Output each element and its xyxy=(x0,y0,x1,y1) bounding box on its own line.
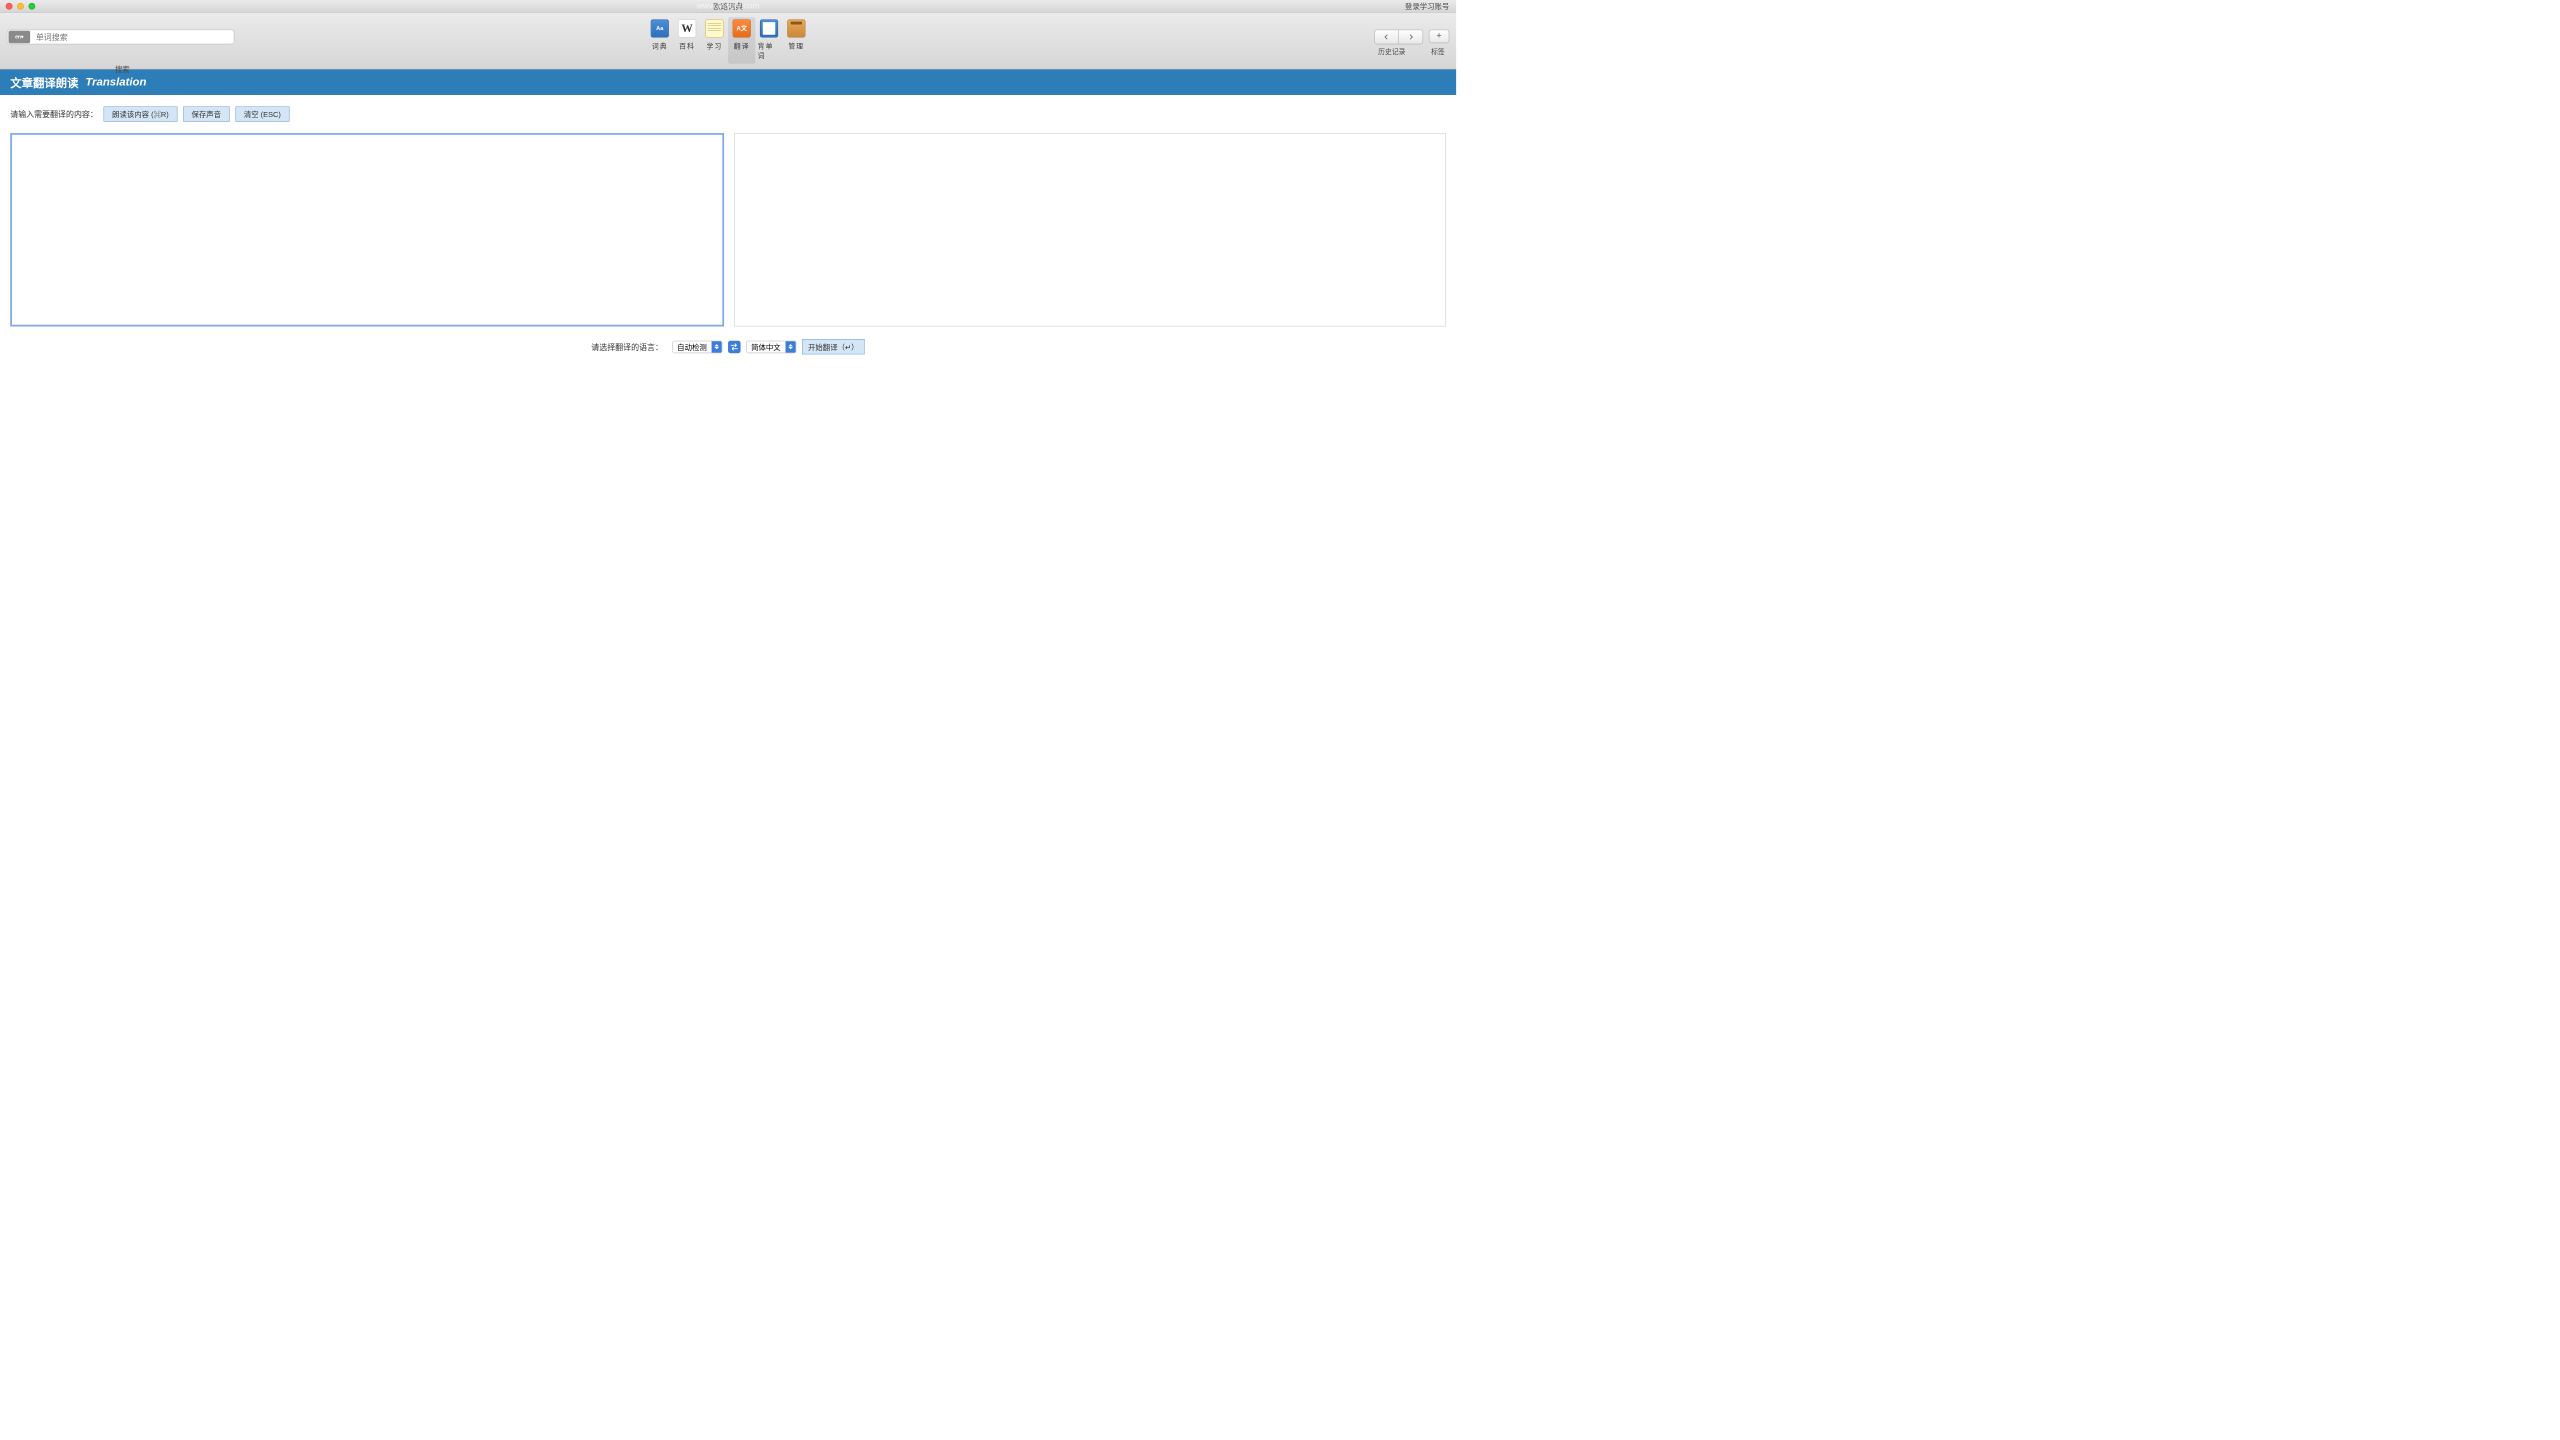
titlebar: 欧路词典 登录学习账号 www.MacW.com xyxy=(0,0,1456,13)
search-section: en▾ 搜索 xyxy=(7,30,235,45)
right-labels: 历史记录 标签 xyxy=(1378,47,1445,57)
tab-dictionary[interactable]: Aa 词典 xyxy=(646,17,673,64)
translate-icon xyxy=(733,19,751,37)
clear-button[interactable]: 清空 (ESC) xyxy=(235,106,289,121)
add-bookmark-button[interactable]: + xyxy=(1429,30,1449,44)
read-aloud-button[interactable]: 朗读该内容 (⌘R) xyxy=(104,106,178,121)
dropdown-arrow-icon xyxy=(711,340,721,353)
tab-manage[interactable]: 管理 xyxy=(783,17,810,64)
prompt-row: 请输入需要翻译的内容： 朗读该内容 (⌘R) 保存声音 清空 (ESC) xyxy=(10,106,1446,121)
toolbar-tabs: Aa 词典 W 百科 学习 翻译 背单词 管理 xyxy=(646,17,810,64)
page-title-en: Translation xyxy=(85,76,146,89)
translate-button[interactable]: 开始翻译（↵） xyxy=(802,339,865,354)
source-lang-value: 自动检测 xyxy=(673,341,712,352)
text-panes xyxy=(10,133,1446,326)
dropdown-arrow-icon xyxy=(785,340,795,353)
tab-label: 管理 xyxy=(788,41,804,51)
chevron-right-icon xyxy=(1408,34,1414,40)
tab-label: 词典 xyxy=(652,41,668,51)
source-text-input[interactable] xyxy=(10,133,724,326)
lang-prompt: 请选择翻译的语言： xyxy=(591,341,663,352)
target-lang-value: 简体中文 xyxy=(747,341,786,352)
history-label: 历史记录 xyxy=(1378,47,1405,57)
tab-translate[interactable]: 翻译 xyxy=(728,17,755,64)
wiki-icon: W xyxy=(678,19,696,37)
save-audio-button[interactable]: 保存声音 xyxy=(183,106,230,121)
swap-icon xyxy=(730,343,738,350)
memorize-icon xyxy=(760,19,778,37)
page-title-cn: 文章翻译朗读 xyxy=(10,74,78,90)
tab-label: 学习 xyxy=(706,41,722,51)
window-title: 欧路词典 xyxy=(713,1,743,12)
search-prefix-icon[interactable]: en▾ xyxy=(9,31,31,44)
history-nav xyxy=(1374,30,1423,45)
nav-forward-button[interactable] xyxy=(1399,30,1423,44)
toolbar-right: + xyxy=(1374,30,1449,45)
target-lang-select[interactable]: 简体中文 xyxy=(746,340,796,353)
close-button[interactable] xyxy=(6,3,13,10)
translation-output xyxy=(734,133,1446,326)
tab-label: 百科 xyxy=(679,41,695,51)
dictionary-icon: Aa xyxy=(651,19,669,37)
nav-back-button[interactable] xyxy=(1375,30,1399,44)
study-icon xyxy=(705,19,723,37)
search-box[interactable]: en▾ xyxy=(7,30,235,45)
search-label: 搜索 xyxy=(115,64,130,75)
source-lang-select[interactable]: 自动检测 xyxy=(672,340,722,353)
content-area: 请输入需要翻译的内容： 朗读该内容 (⌘R) 保存声音 清空 (ESC) 请选择… xyxy=(0,95,1456,366)
tab-memorize[interactable]: 背单词 xyxy=(755,17,782,64)
minimize-button[interactable] xyxy=(17,3,24,10)
toolbar: en▾ 搜索 Aa 词典 W 百科 学习 翻译 背单词 管理 xyxy=(0,13,1456,70)
swap-languages-button[interactable] xyxy=(728,340,741,353)
input-prompt: 请输入需要翻译的内容： xyxy=(10,108,98,119)
tab-label: 背单词 xyxy=(758,41,781,60)
maximize-button[interactable] xyxy=(28,3,35,10)
chevron-left-icon xyxy=(1384,34,1390,40)
manage-icon xyxy=(787,19,805,37)
window-controls xyxy=(0,3,35,10)
page-header: 文章翻译朗读 Translation xyxy=(0,69,1456,95)
tab-study[interactable]: 学习 xyxy=(701,17,728,64)
language-row: 请选择翻译的语言： 自动检测 简体中文 开始翻译（↵） xyxy=(10,339,1446,354)
login-link[interactable]: 登录学习账号 xyxy=(1405,1,1456,12)
tab-wiki[interactable]: W 百科 xyxy=(673,17,700,64)
tab-label: 翻译 xyxy=(734,41,750,51)
search-input[interactable] xyxy=(31,32,233,41)
bookmark-label: 标签 xyxy=(1431,47,1445,57)
